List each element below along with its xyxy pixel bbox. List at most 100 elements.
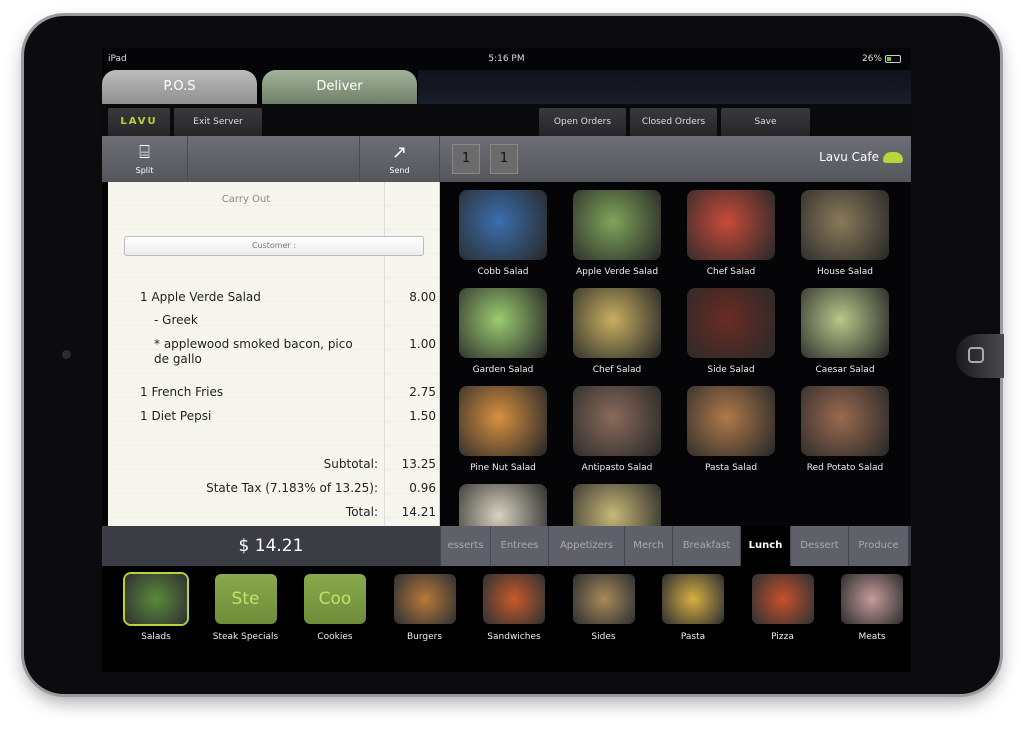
menu-item[interactable]: Apple Verde Salad bbox=[571, 190, 663, 277]
menu-item-label: Apple Verde Salad bbox=[575, 267, 659, 277]
battery-icon bbox=[885, 55, 901, 63]
menu-item[interactable]: Chef Salad bbox=[571, 288, 663, 375]
menu-item-image bbox=[573, 288, 661, 358]
menu-group-image bbox=[483, 574, 545, 624]
battery-percent: 26% bbox=[861, 54, 882, 64]
open-orders-button[interactable]: Open Orders bbox=[539, 108, 626, 136]
menu-group[interactable]: Meats bbox=[832, 574, 911, 642]
menu-item-grid: Cobb Salad Apple Verde Salad Chef Salad Hou… bbox=[457, 190, 907, 526]
split-icon: ⌸ bbox=[139, 142, 150, 163]
category-tab[interactable]: Appetizers bbox=[548, 526, 624, 566]
clock: 5:16 PM bbox=[488, 54, 525, 64]
menu-item-label: Side Salad bbox=[707, 365, 755, 375]
category-tab[interactable]: Merch bbox=[624, 526, 672, 566]
menu-group[interactable]: Burgers bbox=[385, 574, 465, 642]
order-total: $ 14.21 bbox=[238, 536, 304, 556]
category-tab[interactable]: Breakfast bbox=[672, 526, 740, 566]
menu-group-label: Sandwiches bbox=[487, 632, 541, 642]
home-button[interactable] bbox=[956, 334, 1004, 378]
send-label: Send bbox=[389, 166, 410, 175]
menu-group-label: Meats bbox=[858, 632, 886, 642]
send-arrow-icon: ↗ bbox=[391, 142, 408, 163]
menu-item[interactable]: Pine Nut Salad bbox=[457, 386, 549, 473]
menu-item-label: Pasta Salad bbox=[704, 463, 758, 473]
menu-item-image bbox=[573, 484, 661, 526]
menu-group-label: Cookies bbox=[317, 632, 353, 642]
seat-button[interactable]: 1 bbox=[452, 144, 480, 174]
menu-item-image bbox=[459, 190, 547, 260]
tab-deliver[interactable]: Deliver bbox=[262, 70, 417, 104]
menu-item-label: Chef Salad bbox=[706, 267, 756, 277]
order-type[interactable]: Carry Out bbox=[108, 194, 384, 205]
menu-group[interactable]: Coo Cookies bbox=[295, 574, 375, 642]
menu-group-image bbox=[662, 574, 724, 624]
customer-field[interactable]: Customer : bbox=[124, 236, 424, 256]
split-button[interactable]: ⌸ Split bbox=[102, 136, 188, 182]
lavu-logo[interactable]: LAVU bbox=[108, 108, 170, 136]
menu-group-label: Salads bbox=[141, 632, 171, 642]
category-tab[interactable]: Entrees bbox=[490, 526, 548, 566]
menu-group-bar: Salads Ste Steak Specials Coo Cookies Burgers… bbox=[102, 566, 911, 672]
menu-item[interactable]: House Salad bbox=[799, 190, 891, 277]
location-name: Lavu Cafe bbox=[819, 150, 879, 164]
menu-item[interactable]: Pasta Salad bbox=[685, 386, 777, 473]
menu-group[interactable]: Sides bbox=[564, 574, 644, 642]
menu-group-image bbox=[125, 574, 187, 624]
menu-item-label: Garden Salad bbox=[472, 365, 534, 375]
menu-item-label: House Salad bbox=[816, 267, 874, 277]
menu-item-image bbox=[687, 288, 775, 358]
location: Lavu Cafe bbox=[819, 150, 903, 164]
order-receipt: Carry Out Customer : 1 Apple Verde Salad… bbox=[108, 182, 440, 526]
category-tab[interactable]: esserts bbox=[440, 526, 490, 566]
menu-item[interactable]: Red Potato Salad bbox=[799, 386, 891, 473]
menu-item-image bbox=[801, 288, 889, 358]
menu-item[interactable]: Caesar Salad bbox=[799, 288, 891, 375]
menu-item[interactable]: Garden Salad bbox=[457, 288, 549, 375]
menu-group-image: Coo bbox=[304, 574, 366, 624]
menu-item-label: Cobb Salad bbox=[477, 267, 529, 277]
home-icon bbox=[968, 347, 984, 363]
save-button[interactable]: Save bbox=[721, 108, 810, 136]
guest-button[interactable]: 1 bbox=[490, 144, 518, 174]
menu-item-image bbox=[459, 386, 547, 456]
menu-group-label: Burgers bbox=[406, 632, 443, 642]
menu-item[interactable]: Chef Salad bbox=[685, 190, 777, 277]
menu-group-label: Steak Specials bbox=[212, 632, 279, 642]
category-tab[interactable]: Lunch bbox=[740, 526, 790, 566]
header-row: LAVU Exit Server Open Orders Closed Orde… bbox=[102, 104, 911, 136]
menu-group[interactable]: Pizza bbox=[743, 574, 823, 642]
menu-group-label: Pizza bbox=[771, 632, 794, 642]
menu-item[interactable] bbox=[571, 484, 663, 526]
menu-item-label: Pine Nut Salad bbox=[470, 463, 536, 473]
menu-group-image bbox=[572, 574, 635, 624]
menu-item-image bbox=[459, 288, 547, 358]
menu-item-label: Antipasto Salad bbox=[581, 463, 653, 473]
menu-group[interactable]: Pasta bbox=[653, 574, 733, 642]
menu-group-image bbox=[841, 574, 903, 624]
tab-pos[interactable]: P.O.S bbox=[102, 70, 257, 104]
menu-item[interactable] bbox=[457, 484, 549, 526]
menu-group-image bbox=[751, 574, 814, 624]
send-button[interactable]: ↗ Send bbox=[360, 136, 440, 182]
menu-group[interactable]: Ste Steak Specials bbox=[206, 574, 286, 642]
closed-orders-button[interactable]: Closed Orders bbox=[630, 108, 717, 136]
menu-item[interactable]: Side Salad bbox=[685, 288, 777, 375]
menu-group[interactable]: Sandwiches bbox=[474, 574, 554, 642]
price-column-divider bbox=[384, 182, 385, 526]
exit-server-button[interactable]: Exit Server bbox=[174, 108, 262, 136]
menu-item-image bbox=[801, 190, 889, 260]
category-tab[interactable]: Dessert bbox=[790, 526, 848, 566]
menu-item[interactable]: Cobb Salad bbox=[457, 190, 549, 277]
ipad-frame: iPad 5:16 PM 26% P.O.S Deliver LAVU Exit… bbox=[24, 16, 1004, 694]
menu-item-label: Chef Salad bbox=[592, 365, 642, 375]
menu-item-image bbox=[573, 386, 661, 456]
menu-group-image bbox=[393, 574, 456, 624]
menu-group[interactable]: Salads bbox=[116, 574, 196, 642]
menu-group-label: Sides bbox=[591, 632, 616, 642]
menu-item[interactable]: Antipasto Salad bbox=[571, 386, 663, 473]
toolbar-spacer bbox=[188, 136, 360, 182]
order-toolbar: ⌸ Split ↗ Send 1 1 Lavu Cafe bbox=[102, 136, 911, 182]
category-tab[interactable]: Produce bbox=[848, 526, 908, 566]
screen: iPad 5:16 PM 26% P.O.S Deliver LAVU Exit… bbox=[102, 48, 911, 672]
menu-group-label: Pasta bbox=[680, 632, 706, 642]
